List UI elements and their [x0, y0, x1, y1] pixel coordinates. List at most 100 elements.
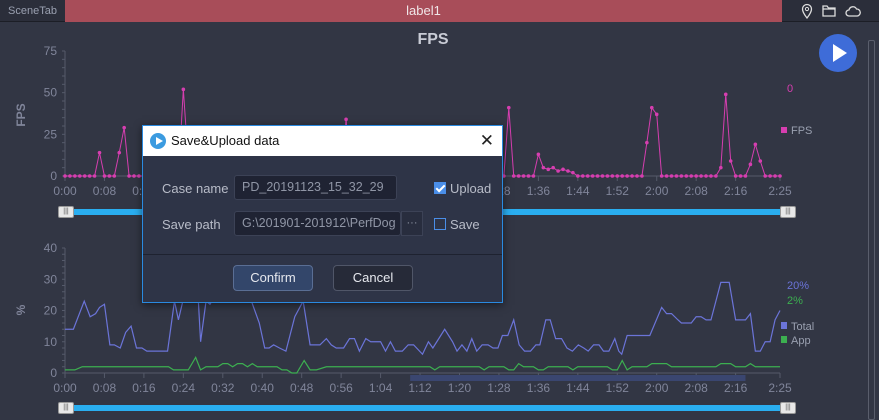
fps-data-point	[600, 174, 605, 178]
x-tick-label: 2:16	[724, 184, 748, 198]
x-tick-label: 1:28	[487, 381, 511, 395]
fps-data-point	[649, 105, 654, 110]
fps-data-point	[630, 174, 634, 178]
fps-data-point	[526, 174, 531, 178]
fps-data-point	[344, 117, 348, 122]
fps-data-point	[679, 174, 684, 178]
fps-data-point	[615, 174, 620, 178]
fps-data-point	[610, 174, 615, 178]
x-tick-label: 1:12	[408, 381, 432, 395]
slider-left-handle[interactable]: |||	[58, 206, 74, 218]
y-axis-label: %	[14, 304, 28, 315]
x-tick-label: 0:08	[93, 184, 117, 198]
x-tick-label: 0:32	[211, 381, 235, 395]
upload-checkbox[interactable]	[434, 182, 446, 194]
fps-data-point	[571, 170, 575, 175]
fps-data-point	[531, 174, 536, 178]
x-tick-label: 2:08	[684, 381, 708, 395]
x-tick-label: 0:24	[172, 381, 196, 395]
fps-data-point	[102, 174, 107, 178]
close-icon[interactable]: ✕	[480, 126, 494, 156]
x-tick-label: 2:00	[645, 184, 669, 198]
fps-data-point	[536, 152, 541, 157]
x-tick-label: 0:00	[53, 184, 77, 198]
fps-data-point	[122, 125, 126, 130]
fps-data-point	[516, 174, 521, 178]
slider-track	[66, 405, 788, 411]
slider-right-handle[interactable]: |||	[780, 206, 796, 218]
x-tick-label: 1:44	[566, 381, 590, 395]
fps-data-point	[590, 174, 595, 178]
cpu-range-slider[interactable]: ||| |||	[58, 402, 796, 414]
fps-data-point	[714, 174, 718, 178]
fps-data-point	[733, 174, 738, 178]
x-tick-label: 0:16	[132, 381, 156, 395]
fps-data-point	[689, 174, 694, 178]
x-tick-label: 2:25	[768, 184, 792, 198]
fps-data-point	[107, 174, 112, 178]
fps-data-point	[709, 174, 713, 178]
app-logo-icon	[150, 133, 166, 149]
fps-data-point	[605, 174, 610, 178]
fps-data-point	[620, 174, 625, 178]
upload-label: Upload	[450, 181, 492, 196]
fps-data-point	[68, 174, 72, 178]
x-tick-label: 0:00	[53, 381, 77, 395]
slider-right-handle[interactable]: |||	[780, 402, 796, 414]
fps-data-point	[645, 140, 649, 145]
fps-data-point	[753, 142, 758, 147]
fps-data-point	[117, 150, 122, 155]
case-name-input[interactable]: PD_20191123_15_32_29	[234, 175, 397, 200]
fps-data-point	[699, 174, 703, 178]
fps-data-point	[719, 165, 723, 170]
fps-data-point	[684, 174, 689, 178]
fps-legend-label: FPS	[791, 125, 812, 137]
save-upload-dialog: Save&Upload data ✕ Case name PD_20191123…	[142, 125, 503, 303]
y-tick-label: 30	[44, 272, 58, 286]
fps-data-point	[738, 174, 743, 178]
fps-data-point	[132, 174, 136, 178]
save-path-input[interactable]: G:\201901-201912\PerfDog	[234, 211, 401, 236]
y-tick-label: 0	[50, 366, 57, 380]
confirm-button[interactable]: Confirm	[233, 265, 313, 291]
y-tick-label: 50	[44, 86, 58, 100]
fps-data-point	[561, 167, 565, 172]
fps-data-point	[743, 174, 748, 178]
fps-data-point	[112, 174, 117, 178]
browse-button[interactable]: ···	[401, 211, 423, 236]
y-tick-label: 20	[44, 304, 58, 318]
fps-data-point	[181, 87, 186, 92]
fps-data-point	[595, 174, 600, 178]
fps-data-point	[506, 105, 511, 110]
total-legend-swatch	[781, 322, 787, 329]
x-tick-label: 0:48	[290, 381, 314, 395]
fps-data-point	[674, 174, 679, 178]
x-tick-label: 1:36	[527, 381, 551, 395]
fps-data-point	[556, 169, 560, 173]
save-checkbox[interactable]	[434, 218, 446, 230]
x-tick-label: 2:16	[724, 381, 748, 395]
fps-data-point	[511, 174, 516, 178]
fps-data-point	[585, 174, 590, 178]
fps-data-point	[97, 150, 102, 155]
fps-data-point	[654, 112, 659, 117]
y-tick-label: 40	[44, 241, 58, 255]
fps-data-point	[87, 174, 92, 178]
save-path-label: Save path	[162, 217, 221, 232]
fps-data-point	[580, 174, 585, 178]
fps-data-point	[137, 174, 141, 178]
fps-data-point	[576, 174, 580, 178]
app-current-value: 2%	[787, 295, 803, 307]
fps-data-point	[694, 174, 698, 178]
fps-data-point	[763, 174, 768, 178]
x-tick-label: 2:00	[645, 381, 669, 395]
x-tick-label: 1:36	[527, 184, 551, 198]
x-axis-highlight	[410, 375, 746, 381]
fps-data-point	[669, 174, 674, 178]
slider-left-handle[interactable]: |||	[58, 402, 74, 414]
cancel-button[interactable]: Cancel	[333, 265, 413, 291]
fps-legend-swatch	[781, 127, 787, 133]
x-tick-label: 1:52	[606, 381, 630, 395]
save-label: Save	[450, 217, 480, 232]
x-tick-label: 1:44	[566, 184, 590, 198]
